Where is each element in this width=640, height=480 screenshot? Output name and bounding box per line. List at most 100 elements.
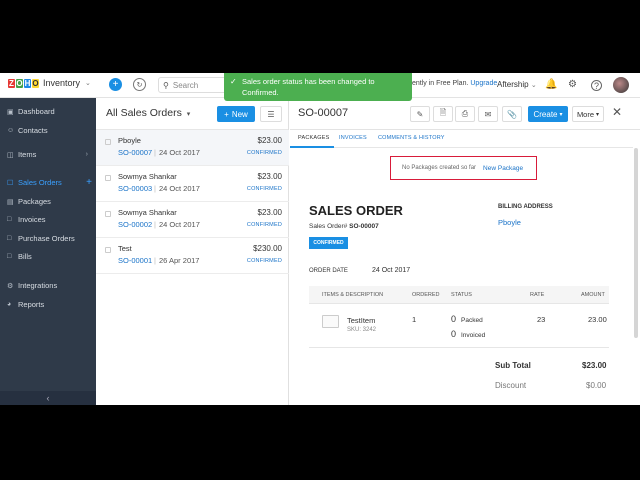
- order-number-line: Sales Order# SO-00007: [309, 223, 379, 230]
- status-badge: CONFIRMED: [309, 237, 348, 249]
- item-ordered: 1: [412, 315, 417, 324]
- tab-packages[interactable]: PACKAGES: [298, 135, 329, 141]
- column-header: RATE: [530, 292, 545, 298]
- sales-order-detail: SO-00007 ✎ 🗎 ⎙ ✉ 📎 Create ▾ More ▾ ✕ PAC…: [290, 98, 640, 405]
- chevron-down-icon: ⌄: [85, 80, 91, 87]
- invoices-icon: □: [7, 216, 12, 223]
- order-date: 24 Oct 2017: [159, 184, 200, 193]
- avatar[interactable]: [613, 77, 629, 93]
- sidebar-item-label: Purchase Orders: [18, 234, 75, 243]
- pencil-icon: ✎: [416, 109, 424, 119]
- tab-comments-history[interactable]: COMMENTS & HISTORY: [378, 135, 445, 141]
- order-date-label: ORDER DATE: [309, 268, 348, 274]
- billing-address-label: BILLING ADDRESS: [498, 204, 553, 210]
- customer-name: Pboyle: [118, 136, 141, 145]
- page-title: SO-00007: [298, 107, 349, 119]
- packed-label: Packed: [461, 317, 483, 324]
- add-sales-order-icon[interactable]: +: [86, 177, 92, 188]
- detail-header: SO-00007 ✎ 🗎 ⎙ ✉ 📎 Create ▾ More ▾ ✕: [290, 98, 640, 130]
- pdf-button[interactable]: 🗎: [433, 106, 453, 122]
- sidebar-item-packages[interactable]: ▤ Packages: [0, 193, 96, 210]
- row-checkbox[interactable]: [105, 247, 111, 253]
- pdf-icon: 🗎: [439, 108, 447, 117]
- item-image-icon: [322, 315, 339, 328]
- item-rate: 23: [537, 315, 546, 324]
- app-window: ZOHO Inventory ⌄ + ↻ ⚲ Search ✓ Sales or…: [0, 73, 640, 405]
- brand[interactable]: ZOHO Inventory ⌄: [8, 78, 91, 88]
- gear-icon[interactable]: ⚙: [568, 79, 577, 90]
- billing-customer-link[interactable]: Pboyle: [498, 218, 521, 227]
- printer-icon: ⎙: [461, 109, 469, 118]
- list-view-selector[interactable]: All Sales Orders ▾: [106, 107, 190, 119]
- customer-name: Sowmya Shankar: [118, 172, 177, 181]
- status-badge: CONFIRMED: [246, 258, 282, 264]
- chevron-down-icon: ⌄: [530, 82, 537, 89]
- sidebar-item-sales-orders[interactable]: ☐ Sales Orders +: [0, 174, 96, 191]
- sidebar-item-purchase-orders[interactable]: □ Purchase Orders: [0, 230, 96, 247]
- list-menu-button[interactable]: ☰: [260, 106, 282, 122]
- email-button[interactable]: ✉: [478, 106, 498, 122]
- sidebar-item-dashboard[interactable]: ▣ Dashboard: [0, 103, 96, 120]
- create-button-label: Create: [533, 109, 558, 119]
- bell-icon[interactable]: 🔔: [545, 79, 557, 90]
- edit-button[interactable]: ✎: [410, 106, 430, 122]
- status-badge: CONFIRMED: [246, 186, 282, 192]
- new-package-link[interactable]: New Package: [483, 165, 523, 172]
- help-icon[interactable]: ?: [591, 80, 602, 91]
- order-date-value: 24 Oct 2017: [372, 267, 411, 274]
- sidebar-item-integrations[interactable]: ⚙ Integrations: [0, 277, 96, 294]
- list-item[interactable]: Test SO-00001 | 26 Apr 2017 $230.00 CONF…: [96, 238, 289, 274]
- success-toast: ✓ Sales order status has been changed to…: [224, 73, 412, 101]
- customer-name: Test: [118, 244, 132, 253]
- hamburger-icon: ☰: [267, 109, 275, 119]
- sidebar-item-invoices[interactable]: □ Invoices: [0, 211, 96, 228]
- subtotal-value: $23.00: [582, 361, 607, 370]
- new-sales-order-button[interactable]: + New: [217, 106, 255, 122]
- sidebar-item-contacts[interactable]: ☺ Contacts: [0, 122, 96, 139]
- scrollbar[interactable]: [634, 148, 638, 338]
- upgrade-link[interactable]: Upgrade: [470, 80, 497, 87]
- quick-create-plus-icon[interactable]: +: [109, 78, 122, 91]
- status-badge: CONFIRMED: [246, 222, 282, 228]
- plan-text: ently in Free Plan.: [412, 80, 469, 87]
- packages-icon: ▤: [7, 198, 14, 206]
- separator: |: [154, 256, 156, 265]
- sidebar-item-reports[interactable]: ◕ Reports: [0, 296, 96, 313]
- dashboard-icon: ▣: [7, 108, 14, 116]
- row-checkbox[interactable]: [105, 211, 111, 217]
- create-button[interactable]: Create ▾: [528, 106, 568, 122]
- recent-activity-icon[interactable]: ↻: [133, 78, 146, 91]
- sidebar-item-label: Reports: [18, 300, 45, 309]
- order-number: SO-00001: [118, 256, 153, 265]
- list-item[interactable]: Sowmya Shankar SO-00002 | 24 Oct 2017 $2…: [96, 202, 289, 238]
- row-checkbox[interactable]: [105, 139, 111, 145]
- sidebar-item-label: Contacts: [18, 126, 48, 135]
- collapse-sidebar-button[interactable]: ‹: [0, 391, 96, 405]
- sidebar-item-label: Sales Orders: [18, 178, 62, 187]
- caret-down-icon: ▾: [559, 111, 563, 118]
- list-item[interactable]: Sowmya Shankar SO-00003 | 24 Oct 2017 $2…: [96, 166, 289, 202]
- invoiced-label: Invoiced: [461, 332, 486, 339]
- close-icon[interactable]: ✕: [612, 105, 622, 119]
- customer-name: Sowmya Shankar: [118, 208, 177, 217]
- attach-button[interactable]: 📎: [502, 106, 522, 122]
- envelope-icon: ✉: [484, 109, 492, 119]
- status-badge: CONFIRMED: [246, 150, 282, 156]
- print-button[interactable]: ⎙: [455, 106, 475, 122]
- sidebar-item-items[interactable]: ◫ Items ›: [0, 146, 96, 163]
- order-amount: $23.00: [257, 136, 282, 145]
- separator: |: [154, 148, 156, 157]
- top-bar: ZOHO Inventory ⌄ + ↻ ⚲ Search ✓ Sales or…: [0, 73, 640, 101]
- tab-invoices[interactable]: INVOICES: [339, 135, 367, 141]
- search-placeholder: Search: [172, 80, 199, 90]
- organization-switcher[interactable]: Aftership ⌄: [497, 80, 537, 89]
- bills-icon: □: [7, 253, 12, 260]
- row-checkbox[interactable]: [105, 175, 111, 181]
- separator: |: [154, 184, 156, 193]
- more-button-label: More: [576, 109, 595, 119]
- reports-icon: ◕: [7, 301, 12, 308]
- list-item[interactable]: Pboyle SO-00007 | 24 Oct 2017 $23.00 CON…: [96, 130, 289, 166]
- subtotal-label: Sub Total: [495, 361, 531, 370]
- sidebar-item-bills[interactable]: □ Bills: [0, 248, 96, 265]
- more-button[interactable]: More ▾: [572, 106, 604, 122]
